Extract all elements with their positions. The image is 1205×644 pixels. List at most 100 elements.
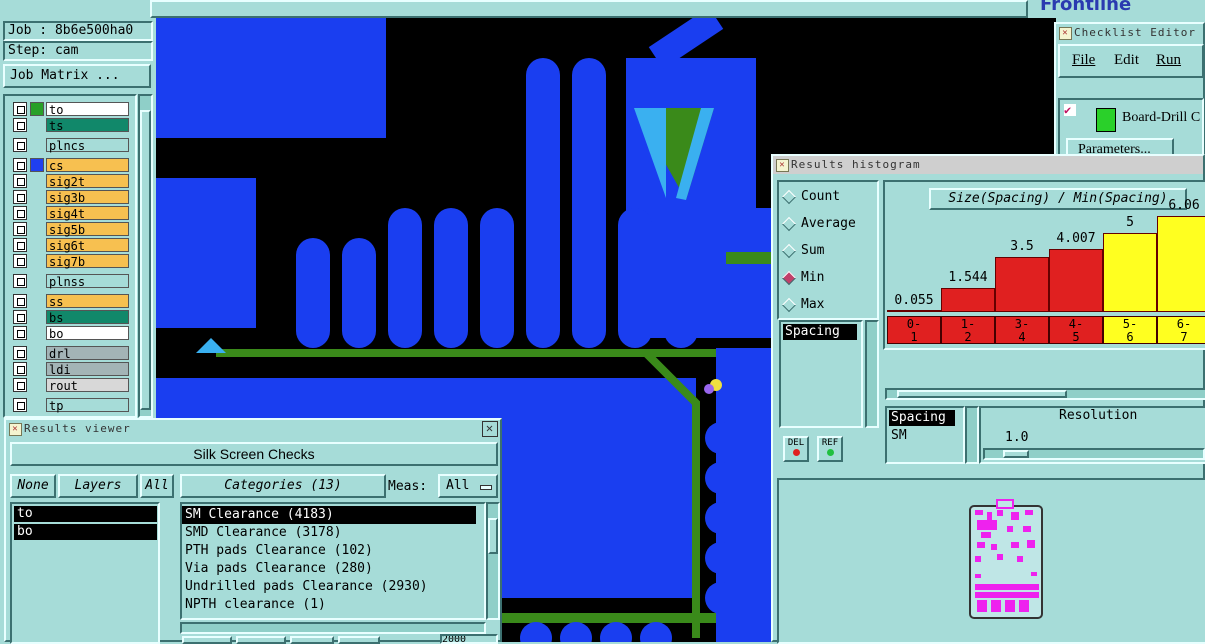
layer-scroll-thumb[interactable] [140,110,151,410]
layer-checkbox[interactable] [13,118,27,132]
category-hscrollbar[interactable] [180,622,486,634]
category-item-selected[interactable]: SM Clearance (4183) [182,506,476,524]
close-icon[interactable]: ✕ [482,421,498,437]
layer-checkbox[interactable] [13,346,27,360]
layer-checkbox[interactable] [13,274,27,288]
mode-option-min[interactable]: Min [779,269,877,287]
histogram-bar[interactable] [1049,249,1103,312]
checkmark-icon[interactable]: ✔ [1064,104,1076,116]
attribute-scrollbar[interactable] [865,320,879,428]
layer-row-plnss[interactable]: plnss [13,274,129,289]
bins-item[interactable]: SM [889,428,955,444]
resolution-slider-thumb[interactable] [1003,450,1029,458]
all-button[interactable]: All [140,474,174,498]
layer-row-to[interactable]: to [13,102,129,117]
window-menu-icon[interactable]: ✕ [1059,27,1072,40]
attribute-item-selected[interactable]: Spacing [783,324,857,340]
mode-option-count[interactable]: Count [779,188,877,206]
mode-option-sum[interactable]: Sum [779,242,877,260]
bins-item-selected[interactable]: Spacing [889,410,955,426]
bin-category-label[interactable]: 1- 2 [941,316,995,344]
ref-button[interactable]: REF [817,436,843,462]
layer-checkbox[interactable] [13,294,27,308]
layer-row-sig4t[interactable]: sig4t [13,206,129,221]
category-item[interactable]: Via pads Clearance (280) [182,560,476,578]
bottom-button[interactable] [338,636,380,644]
job-matrix-button[interactable]: Job Matrix ... [3,64,151,88]
layer-row-cs[interactable]: cs [13,158,129,173]
bottom-button[interactable] [236,636,286,644]
checklist-editor-titlebar[interactable]: ✕ Checklist Editor [1056,24,1203,42]
layer-row-tp[interactable]: tp [13,398,129,413]
meas-select[interactable]: All [438,474,498,498]
bin-category-label[interactable]: 4- 5 [1049,316,1103,344]
bottom-value-field[interactable]: 2000 [440,634,498,644]
bin-category-label[interactable]: 5- 6 [1103,316,1157,344]
menu-run[interactable]: Run [1156,52,1181,69]
layer-row-ts[interactable]: ts [13,118,129,133]
layer-row-sig6t[interactable]: sig6t [13,238,129,253]
histogram-bar[interactable] [1157,216,1205,312]
bin-category-label[interactable]: 0- 1 [887,316,941,344]
histogram-scroll-thumb[interactable] [897,390,1067,398]
layer-checkbox[interactable] [13,174,27,188]
category-item[interactable]: SMD Clearance (3178) [182,524,476,542]
category-item[interactable]: NPTH clearance (1) [182,596,476,614]
layer-row-sig2t[interactable]: sig2t [13,174,129,189]
mode-option-max[interactable]: Max [779,296,877,314]
layer-checkbox[interactable] [13,158,27,172]
layer-row-ss[interactable]: ss [13,294,129,309]
layer-row-ldi[interactable]: ldi [13,362,129,377]
categories-button[interactable]: Categories (13) [180,474,386,498]
layer-checkbox[interactable] [13,362,27,376]
layer-row-sig7b[interactable]: sig7b [13,254,129,269]
histogram-bar[interactable] [887,310,941,312]
layer-row-sig5b[interactable]: sig5b [13,222,129,237]
none-button[interactable]: None [10,474,56,498]
layer-result-item[interactable]: to [14,506,157,522]
histogram-hscrollbar[interactable] [885,388,1205,400]
category-item[interactable]: PTH pads Clearance (102) [182,542,476,560]
histogram-bar[interactable] [941,288,995,312]
results-viewer-titlebar[interactable]: ✕ Results viewer ✕ [6,420,500,438]
category-scrollbar[interactable] [486,502,500,620]
layer-checkbox[interactable] [13,378,27,392]
layer-checkbox[interactable] [13,398,27,412]
layer-checkbox[interactable] [13,138,27,152]
histogram-bar[interactable] [1103,233,1157,312]
bottom-button[interactable] [290,636,334,644]
layer-checkbox[interactable] [13,238,27,252]
layer-row-rout[interactable]: rout [13,378,129,393]
layers-button[interactable]: Layers [58,474,138,498]
bins-scrollbar[interactable] [965,406,979,464]
layer-checkbox[interactable] [13,326,27,340]
bin-category-label[interactable]: 3- 4 [995,316,1049,344]
layer-color-swatch[interactable] [30,102,44,116]
del-button[interactable]: DEL [783,436,809,462]
bottom-button[interactable] [182,636,232,644]
category-item[interactable]: Undrilled pads Clearance (2930) [182,578,476,596]
layer-checkbox[interactable] [13,190,27,204]
layer-checkbox[interactable] [13,222,27,236]
window-menu-icon[interactable]: ✕ [776,159,789,172]
checklist-item-label[interactable]: Board-Drill C [1122,110,1200,126]
histogram-bar[interactable] [995,257,1049,312]
resolution-slider[interactable] [983,448,1205,460]
bin-category-label[interactable]: 6- 7 [1157,316,1205,344]
layer-checkbox[interactable] [13,310,27,324]
menu-edit[interactable]: Edit [1114,52,1139,69]
layer-color-swatch[interactable] [30,158,44,172]
histogram-titlebar[interactable]: ✕ Results histogram [773,156,1203,174]
layer-checkbox[interactable] [13,102,27,116]
category-scroll-thumb[interactable] [488,518,498,554]
menu-file[interactable]: File [1072,52,1095,69]
layer-row-bo[interactable]: bo [13,326,129,341]
layer-result-item[interactable]: bo [14,524,157,540]
layer-checkbox[interactable] [13,206,27,220]
layer-row-sig3b[interactable]: sig3b [13,190,129,205]
layer-checkbox[interactable] [13,254,27,268]
board-preview-panel[interactable] [777,478,1205,644]
layer-row-bs[interactable]: bs [13,310,129,325]
layer-list-scrollbar[interactable] [138,94,153,418]
layer-row-drl[interactable]: drl [13,346,129,361]
